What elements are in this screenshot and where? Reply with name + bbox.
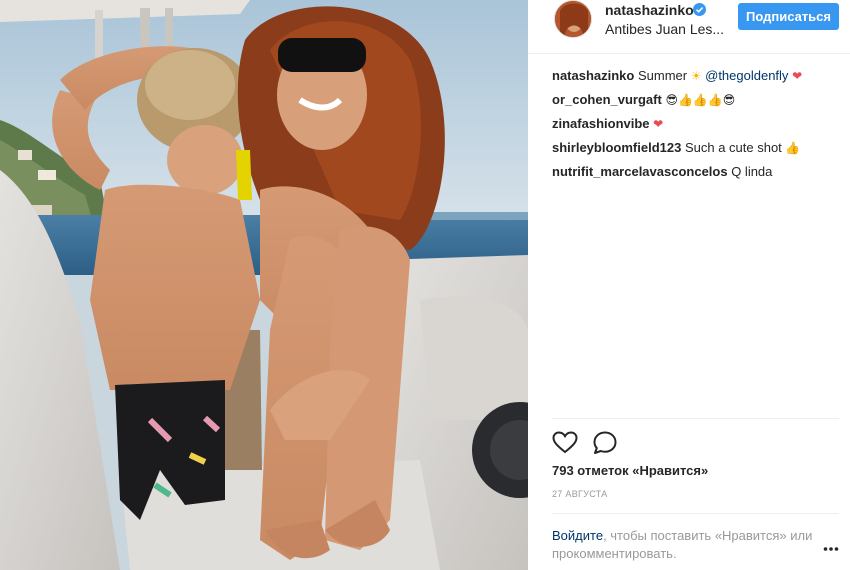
comment-item: natashazinko Summer ☀ @thegoldenfly ❤ [552, 68, 837, 92]
divider [552, 513, 839, 514]
heart-emoji-icon: ❤ [653, 117, 664, 131]
post-header: natashazinko Antibes Juan Les... Подписа… [528, 0, 850, 54]
likes-count[interactable]: 793 отметок «Нравится» [552, 463, 708, 478]
more-options-icon[interactable] [823, 540, 839, 551]
sun-icon: ☀ [690, 69, 702, 83]
comment-item: shirleybloomfield123 Such a cute shot 👍 [552, 140, 837, 164]
comment-username[interactable]: zinafashionvibe [552, 116, 650, 131]
thumbs-up-emoji-icon: 👍 [785, 141, 801, 155]
heart-icon[interactable] [552, 430, 578, 456]
comment-username[interactable]: natashazinko [552, 68, 634, 83]
comment-emoji: 😎👍👍👍😎 [665, 93, 736, 107]
comment-item: zinafashionvibe ❤ [552, 116, 837, 140]
comment-item: or_cohen_vurgaft 😎👍👍👍😎 [552, 92, 837, 116]
avatar[interactable] [554, 0, 592, 38]
comment-icon[interactable] [592, 430, 618, 456]
location-link[interactable]: Antibes Juan Les... [605, 21, 724, 37]
login-link[interactable]: Войдите [552, 528, 603, 543]
comment-username[interactable]: nutrifit_marcelavasconcelos [552, 164, 728, 179]
post-side-panel: natashazinko Antibes Juan Les... Подписа… [528, 0, 850, 570]
comment-text: Such a cute shot [684, 140, 782, 155]
comment-text: Summer [637, 68, 688, 83]
follow-button[interactable]: Подписаться [738, 3, 839, 30]
post-photo [0, 0, 528, 570]
comment-username[interactable]: shirleybloomfield123 [552, 140, 681, 155]
verified-badge-icon [693, 3, 706, 16]
username-link[interactable]: natashazinko [605, 2, 694, 18]
login-prompt: Войдите, чтобы поставить «Нравится» или … [552, 527, 822, 563]
comments-list: natashazinko Summer ☀ @thegoldenfly ❤ or… [552, 68, 837, 188]
comment-username[interactable]: or_cohen_vurgaft [552, 92, 662, 107]
comment-text: Q linda [731, 164, 773, 179]
comment-mention-link[interactable]: @thegoldenfly [705, 68, 788, 83]
divider [552, 418, 839, 419]
post-date: 27 АВГУСТА [552, 489, 608, 499]
comment-item: nutrifit_marcelavasconcelos Q linda [552, 164, 837, 188]
heart-emoji-icon: ❤ [792, 69, 803, 83]
